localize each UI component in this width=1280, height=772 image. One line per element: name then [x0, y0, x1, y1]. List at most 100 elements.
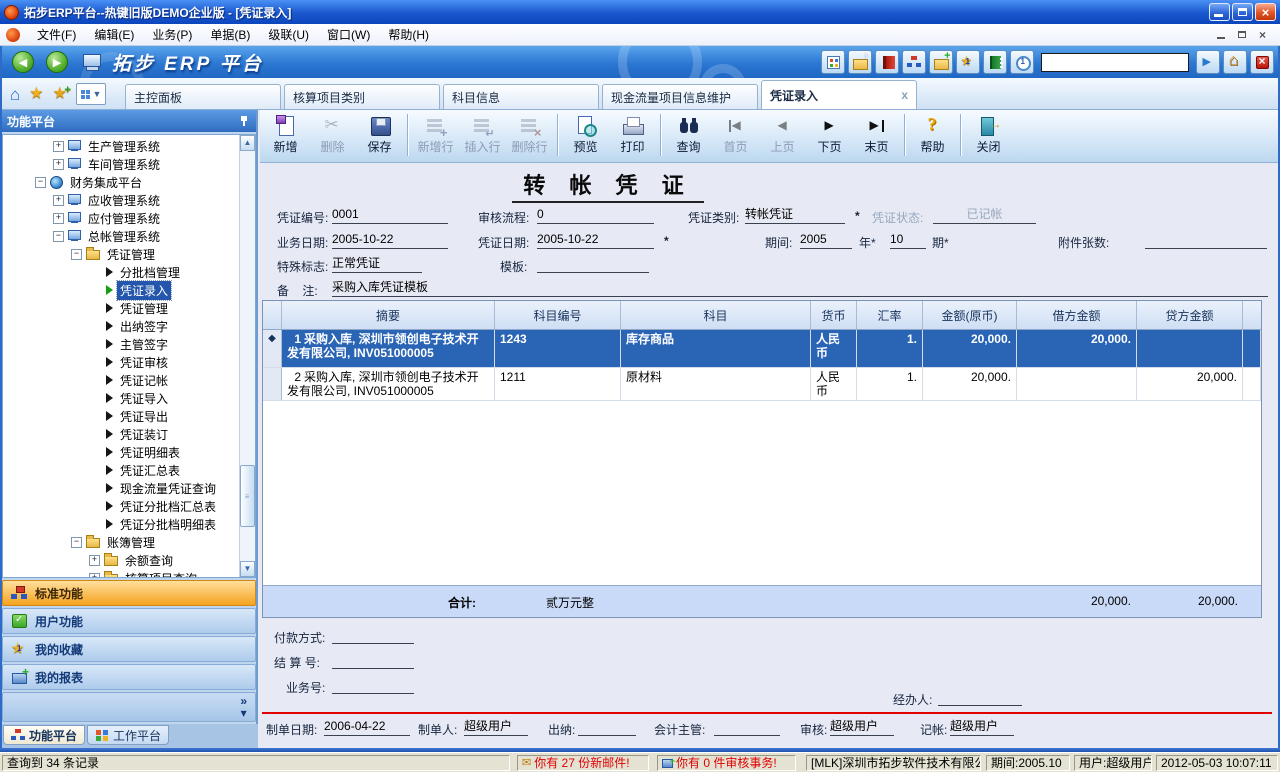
toolbar-help-button[interactable]: 帮助 — [909, 115, 956, 155]
scroll-down-arrow[interactable]: ▼ — [240, 561, 255, 577]
menu-item-2[interactable]: 业务(P) — [143, 24, 201, 45]
tree-expander-icon[interactable]: + — [53, 195, 64, 206]
tree-expander-icon[interactable]: + — [89, 573, 100, 579]
pin-icon[interactable] — [239, 115, 249, 127]
back-button[interactable]: ◀ — [12, 51, 34, 73]
mdi-close-button[interactable]: × — [1255, 28, 1270, 41]
debit-cell[interactable] — [1017, 368, 1137, 400]
tab-3[interactable]: 现金流量项目信息维护 — [602, 84, 758, 109]
tree-item-6[interactable]: −凭证管理 — [3, 245, 238, 263]
toolbar-search-button[interactable]: 查询 — [665, 115, 712, 155]
tab-0[interactable]: 主控面板 — [125, 84, 281, 109]
tree-item-1[interactable]: +车间管理系统 — [3, 155, 238, 173]
menu-item-6[interactable]: 帮助(H) — [379, 24, 438, 45]
tree-expander-icon[interactable]: + — [89, 555, 100, 566]
panel-button-0[interactable]: 标准功能 — [2, 580, 256, 606]
toolbar-insrow-button[interactable]: 插入行 — [459, 115, 506, 155]
credit-cell[interactable]: 20,000. — [1137, 368, 1243, 400]
grid-row[interactable]: 2采购入库, 深圳市领创电子技术开发有限公司, INV0510000051211… — [263, 368, 1261, 401]
amount-cell[interactable]: 20,000. — [923, 368, 1017, 400]
summary-cell[interactable]: 2采购入库, 深圳市领创电子技术开发有限公司, INV051000005 — [282, 368, 495, 400]
close-button[interactable]: × — [1255, 3, 1276, 21]
toolbar-new-button[interactable]: 新增 — [262, 115, 309, 155]
toolbar-print-button[interactable]: 打印 — [609, 115, 656, 155]
tree-item-11[interactable]: 主管签字 — [3, 335, 238, 353]
forward-button[interactable]: ▶ — [46, 51, 68, 73]
exportfolder-button[interactable] — [848, 50, 872, 74]
tree-item-4[interactable]: +应付管理系统 — [3, 209, 238, 227]
account-cell[interactable]: 库存商品 — [621, 330, 811, 367]
menu-item-5[interactable]: 窗口(W) — [318, 24, 379, 45]
menu-item-3[interactable]: 单据(B) — [201, 24, 259, 45]
tree-scrollbar[interactable]: ▲ ≡ ▼ — [239, 135, 255, 577]
tree-item-22[interactable]: −账簿管理 — [3, 533, 238, 551]
tab-list-button[interactable]: ▼ — [76, 83, 106, 105]
sidebar-tab-1[interactable]: 工作平台 — [87, 725, 169, 745]
toolbar-delrow-button[interactable]: 删除行 — [506, 115, 553, 155]
tree-item-5[interactable]: −总帐管理系统 — [3, 227, 238, 245]
tree-expander-icon[interactable]: − — [53, 231, 64, 242]
appclose-button[interactable] — [1250, 50, 1274, 74]
tree-item-0[interactable]: +生产管理系统 — [3, 137, 238, 155]
tree-item-2[interactable]: −财务集成平台 — [3, 173, 238, 191]
toolbar-close-button[interactable]: 关闭 — [965, 115, 1012, 155]
audit-flow-field[interactable]: 0 — [537, 207, 654, 224]
tree-expander-icon[interactable]: − — [71, 249, 82, 260]
newfolder-button[interactable] — [929, 50, 953, 74]
tree-item-16[interactable]: 凭证装订 — [3, 425, 238, 443]
currency-cell[interactable]: 人民币 — [811, 368, 857, 400]
tree-expander-icon[interactable]: − — [71, 537, 82, 548]
audit-tasks-status[interactable]: 你有 0 件审核事务! — [657, 755, 796, 771]
tree-item-12[interactable]: 凭证审核 — [3, 353, 238, 371]
voucher-type-field[interactable]: 转帐凭证 — [745, 207, 845, 224]
tree-item-18[interactable]: 凭证汇总表 — [3, 461, 238, 479]
favorites-star-icon[interactable]: ★ — [29, 86, 43, 102]
tree-item-7[interactable]: 分批档管理 — [3, 263, 238, 281]
credit-cell[interactable] — [1137, 330, 1243, 367]
toolbar-prev-button[interactable]: 上页 — [759, 115, 806, 155]
tree-item-20[interactable]: 凭证分批档汇总表 — [3, 497, 238, 515]
period-month-field[interactable]: 10 — [890, 232, 926, 249]
tab-4[interactable]: 凭证录入x — [761, 80, 917, 109]
tree-expander-icon[interactable]: + — [53, 141, 64, 152]
contacts-button[interactable] — [983, 50, 1007, 74]
quick-search-input[interactable] — [1041, 53, 1189, 72]
account-no-cell[interactable]: 1211 — [495, 368, 621, 400]
panel-button-1[interactable]: 用户功能 — [2, 608, 256, 634]
tree-item-21[interactable]: 凭证分批档明细表 — [3, 515, 238, 533]
restore-button[interactable] — [1232, 3, 1253, 21]
toolbar-first-button[interactable]: 首页 — [712, 115, 759, 155]
notebook-button[interactable] — [875, 50, 899, 74]
panel-expander[interactable]: »▾ — [2, 692, 256, 722]
currency-cell[interactable]: 人民币 — [811, 330, 857, 367]
business-date-field[interactable]: 2005-10-22 — [332, 232, 448, 249]
scroll-up-arrow[interactable]: ▲ — [240, 135, 255, 151]
amount-cell[interactable]: 20,000. — [923, 330, 1017, 367]
tab-2[interactable]: 科目信息 — [443, 84, 599, 109]
tree-item-14[interactable]: 凭证导入 — [3, 389, 238, 407]
mail-status[interactable]: ✉你有 27 份新邮件! — [517, 755, 649, 771]
tab-1[interactable]: 核算项目类别 — [284, 84, 440, 109]
tree-item-10[interactable]: 出纳签字 — [3, 317, 238, 335]
rate-cell[interactable]: 1. — [857, 368, 923, 400]
debit-cell[interactable]: 20,000. — [1017, 330, 1137, 367]
run-button[interactable] — [1196, 50, 1220, 74]
toolbar-cut-button[interactable]: 删除 — [309, 115, 356, 155]
clock-button[interactable] — [1010, 50, 1034, 74]
tree-expander-icon[interactable]: + — [53, 159, 64, 170]
tree-item-23[interactable]: +余额查询 — [3, 551, 238, 569]
tree-expander-icon[interactable]: + — [53, 213, 64, 224]
rate-cell[interactable]: 1. — [857, 330, 923, 367]
tree-expander-icon[interactable]: − — [35, 177, 46, 188]
remark-field[interactable]: 采购入库凭证模板 — [332, 280, 1268, 297]
mdi-restore-button[interactable] — [1234, 28, 1249, 41]
mdi-minimize-button[interactable] — [1213, 28, 1228, 41]
tree-item-9[interactable]: 凭证管理 — [3, 299, 238, 317]
tree-item-13[interactable]: 凭证记帐 — [3, 371, 238, 389]
template-field[interactable] — [537, 256, 649, 273]
minimize-button[interactable] — [1209, 3, 1230, 21]
scroll-thumb[interactable]: ≡ — [240, 465, 255, 527]
special-flag-field[interactable]: 正常凭证 — [332, 256, 422, 273]
tree-item-17[interactable]: 凭证明细表 — [3, 443, 238, 461]
voucher-no-field[interactable]: 0001 — [332, 207, 448, 224]
